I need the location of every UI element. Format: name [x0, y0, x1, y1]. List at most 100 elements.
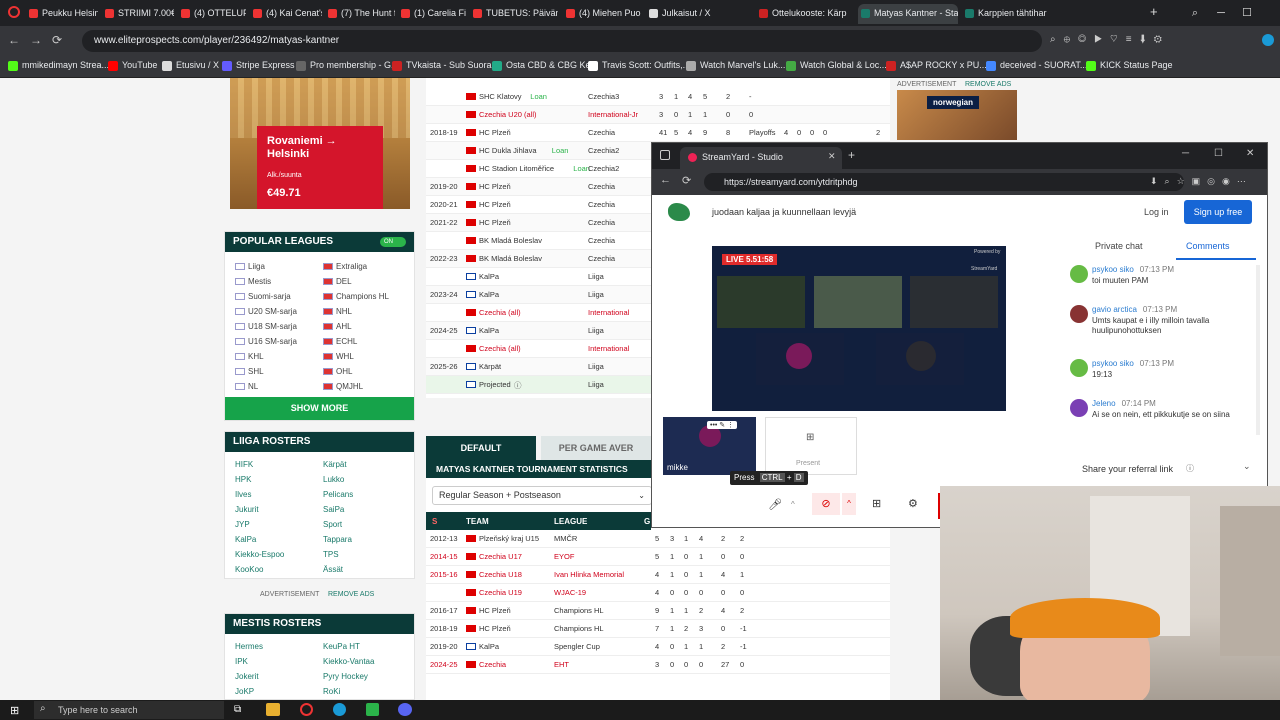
remove-ads-link[interactable]: REMOVE ADS: [965, 81, 1011, 88]
bookmark-item[interactable]: Osta CBD & CBG Ke...: [492, 60, 598, 71]
task-view-icon[interactable]: ⧉: [234, 704, 241, 715]
bookmark-item[interactable]: mmikedimayn Strea...: [8, 60, 109, 71]
league-link[interactable]: WHL: [323, 352, 354, 361]
bookmark-item[interactable]: Watch Global & Loc...: [786, 60, 887, 71]
self-camera-tile[interactable]: ••• ✎ ⋮ mikke: [663, 417, 756, 475]
league-link[interactable]: Suomi-sarja: [235, 292, 291, 301]
referral-link[interactable]: Share your referral link: [1082, 464, 1173, 474]
browser-tab[interactable]: (4) Kai Cenat's Frie: [250, 4, 322, 24]
tournament-row[interactable]: 2016-17 HC Plzeň Champions HL 9 1 1 2 4 2: [426, 602, 890, 620]
tab-overview-icon[interactable]: [660, 150, 670, 160]
explorer-icon[interactable]: [266, 703, 280, 716]
tile-options-icon[interactable]: ••• ✎ ⋮: [707, 421, 738, 429]
forward-icon[interactable]: →: [30, 33, 42, 47]
roster-link[interactable]: Kärpät: [323, 460, 347, 469]
roster-link[interactable]: Lukko: [323, 475, 344, 484]
tournament-row[interactable]: 2018-19 HC Plzeň Champions HL 7 1 2 3 0 -1: [426, 620, 890, 638]
league-link[interactable]: U18 SM-sarja: [235, 322, 297, 331]
tab-per-game-average[interactable]: PER GAME AVER: [541, 436, 651, 460]
bookmark-item[interactable]: KICK Status Page: [1086, 60, 1173, 71]
opera-taskbar-icon[interactable]: [300, 703, 313, 716]
roster-link[interactable]: Jukurit: [235, 505, 259, 514]
table-row[interactable]: Czechia U20 (all) International-Jr 3 0 1 1 0 0: [426, 106, 890, 124]
share-screen-icon[interactable]: ⊞: [872, 497, 881, 510]
opera-icon[interactable]: [8, 6, 20, 18]
season-type-select[interactable]: Regular Season + Postseason ⌄: [432, 486, 652, 505]
league-link[interactable]: DEL: [323, 277, 352, 286]
league-link[interactable]: AHL: [323, 322, 352, 331]
bookmark-item[interactable]: Stripe Express: [222, 60, 295, 71]
browser-tab[interactable]: (4) OTTELUPÄIVÄ K: [178, 4, 246, 24]
advertisement-banner[interactable]: Rovaniemi → Helsinki Alk./suunta €49.71: [230, 78, 410, 209]
streamyard-minimize-icon[interactable]: ─: [1182, 148, 1189, 159]
col-league[interactable]: LEAGUE: [554, 517, 587, 526]
roster-link[interactable]: Jokerit: [235, 672, 259, 681]
login-link[interactable]: Log in: [1144, 207, 1169, 217]
roster-link[interactable]: Pyry Hockey: [323, 672, 368, 681]
windows-start-icon[interactable]: ⊞: [10, 704, 19, 717]
roster-link[interactable]: Kiekko-Vantaa: [323, 657, 374, 666]
browser-tab[interactable]: Karppien tähtihar: [962, 4, 1048, 24]
bookmark-item[interactable]: Etusivu / X: [162, 60, 219, 71]
browser-tab[interactable]: Ottelukooste: Kärp: [756, 4, 854, 24]
tournament-row[interactable]: Czechia U19 WJAC-19 4 0 0 0 0 0: [426, 584, 890, 602]
roster-link[interactable]: HIFK: [235, 460, 253, 469]
league-link[interactable]: Liiga: [235, 262, 265, 271]
present-tile[interactable]: ⊞ Present: [765, 417, 857, 475]
league-link[interactable]: Champions HL: [323, 292, 389, 301]
camera-off-icon[interactable]: ⊘: [812, 493, 840, 515]
tournament-row[interactable]: 2019-20 KalPa Spengler Cup 4 0 1 1 2 -1: [426, 638, 890, 656]
comments-scrollbar[interactable]: [1256, 265, 1260, 435]
microphone-icon[interactable]: 🎤︎: [768, 498, 782, 511]
tournament-row[interactable]: 2024-25 Czechia EHT 3 0 0 0 27 0: [426, 656, 890, 674]
roster-link[interactable]: Sport: [323, 520, 342, 529]
remove-ads-link-2[interactable]: REMOVE ADS: [328, 591, 374, 598]
league-link[interactable]: U16 SM-sarja: [235, 337, 297, 346]
edge-taskbar-icon[interactable]: [333, 703, 346, 716]
league-link[interactable]: SHL: [235, 367, 264, 376]
sy-extension-icons[interactable]: ⬇⌕☆▣◎◉⋯: [1150, 176, 1253, 187]
referral-chevron-icon[interactable]: ⌄: [1243, 461, 1251, 472]
roster-link[interactable]: Tappara: [323, 535, 352, 544]
roster-link[interactable]: IPK: [235, 657, 248, 666]
reload-icon[interactable]: ⟳: [52, 33, 62, 47]
league-link[interactable]: Extraliga: [323, 262, 367, 271]
sy-reload-icon[interactable]: ⟳: [682, 174, 691, 187]
discord-taskbar-icon[interactable]: [398, 703, 412, 716]
league-link[interactable]: OHL: [323, 367, 352, 376]
streamyard-tab-close-icon[interactable]: ✕: [828, 151, 836, 162]
roster-link[interactable]: TPS: [323, 550, 339, 559]
roster-link[interactable]: Pelicans: [323, 490, 353, 499]
bookmark-item[interactable]: Watch Marvel's Luk...: [686, 60, 785, 71]
league-link[interactable]: NL: [235, 382, 258, 391]
search-tabs-icon[interactable]: ⌕: [1182, 0, 1208, 26]
roster-link[interactable]: KeuPa HT: [323, 642, 360, 651]
league-link[interactable]: KHL: [235, 352, 264, 361]
sy-url-input[interactable]: https://streamyard.com/ytdritphdg: [704, 173, 1184, 191]
browser-tab[interactable]: (1) Carelia Fight X: [398, 4, 466, 24]
minimize-icon[interactable]: ─: [1208, 0, 1234, 26]
streamyard-tab[interactable]: StreamYard - Studio ✕: [680, 147, 842, 169]
right-ad-image[interactable]: norwegian: [897, 90, 1017, 140]
url-input[interactable]: www.eliteprospects.com/player/236492/mat…: [82, 30, 1042, 52]
settings-icon[interactable]: ⚙: [908, 497, 918, 510]
browser-tab[interactable]: Julkaisut / X: [646, 4, 752, 24]
league-link[interactable]: U20 SM-sarja: [235, 307, 297, 316]
camera-options-icon[interactable]: ^: [842, 493, 856, 515]
taskbar-search[interactable]: ⌕ Type here to search: [34, 701, 224, 719]
show-more-button[interactable]: SHOW MORE: [225, 397, 414, 420]
tournament-row[interactable]: 2014-15 Czechia U17 EYOF 5 1 0 1 0 0: [426, 548, 890, 566]
maximize-icon[interactable]: ☐: [1234, 0, 1260, 26]
bookmark-item[interactable]: Travis Scott: Outfits,...: [588, 60, 690, 71]
browser-tab[interactable]: TUBETUS: Päivän p: [470, 4, 558, 24]
popular-leagues-toggle[interactable]: ON: [380, 237, 406, 247]
league-link[interactable]: QMJHL: [323, 382, 363, 391]
table-row[interactable]: 2018-19 HC Plzeň Czechia 41 5 4 9 8 Playoffs 4 0 0 0…: [426, 124, 890, 142]
tab-private-chat[interactable]: Private chat: [1095, 241, 1143, 251]
col-s[interactable]: S: [432, 517, 437, 526]
league-link[interactable]: ECHL: [323, 337, 357, 346]
bookmark-item[interactable]: A$AP ROCKY x PU...: [886, 60, 987, 71]
app-taskbar-icon[interactable]: [366, 703, 379, 716]
bookmark-item[interactable]: Pro membership - G...: [296, 60, 399, 71]
bookmark-item[interactable]: YouTube: [108, 60, 157, 71]
